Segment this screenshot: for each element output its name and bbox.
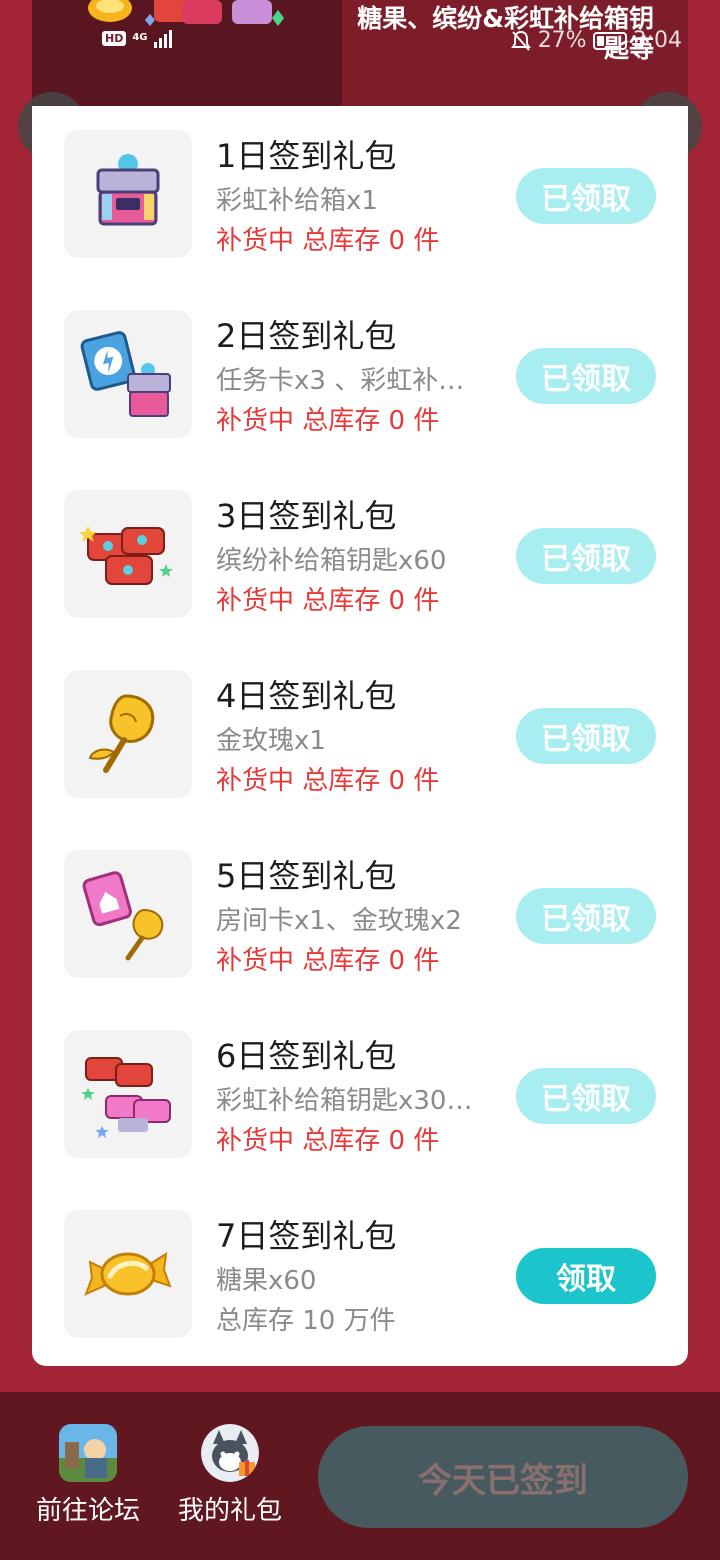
gift-title: 2日签到礼包 — [216, 317, 397, 355]
hd-badge: HD — [102, 30, 127, 46]
bottom-bar: 前往论坛 我的礼包 今天已签到 — [0, 1392, 720, 1560]
gift-description: 房间卡x1、金玫瑰x2 — [216, 906, 462, 936]
gift-stock: 补货中 总库存 0 件 — [216, 946, 440, 976]
gift-description: 彩虹补给箱钥匙x30… — [216, 1086, 473, 1116]
gift-title: 1日签到礼包 — [216, 137, 397, 175]
gold-rose-icon — [64, 670, 192, 798]
gift-title: 6日签到礼包 — [216, 1037, 397, 1075]
header-banner: 糖果、缤纷&彩虹补给箱钥匙等 — [32, 0, 688, 110]
claimed-button[interactable]: 已领取 — [516, 168, 656, 224]
claimed-button[interactable]: 已领取 — [516, 528, 656, 584]
gift-item-day-6: 6日签到礼包 彩虹补给箱钥匙x30… 补货中 总库存 0 件 已领取 — [32, 1006, 688, 1186]
gift-stock: 补货中 总库存 0 件 — [216, 586, 440, 616]
my-gifts-label: 我的礼包 — [177, 1496, 282, 1526]
gift-title: 7日签到礼包 — [216, 1217, 397, 1255]
forum-label: 前往论坛 — [35, 1496, 140, 1526]
claimed-button[interactable]: 已领取 — [516, 348, 656, 404]
gift-description: 金玫瑰x1 — [216, 726, 326, 756]
forum-game-icon — [59, 1424, 117, 1482]
signal-icon — [153, 28, 172, 48]
task-card-and-box-icon — [64, 310, 192, 438]
battery-percent: 27% — [537, 28, 587, 53]
gift-item-day-3: 3日签到礼包 缤纷补给箱钥匙x60 补货中 总库存 0 件 已领取 — [32, 466, 688, 646]
my-gifts-nav-item[interactable]: 我的礼包 — [170, 1424, 290, 1527]
gift-item-day-2: 2日签到礼包 任务卡x3 、彩虹补… 补货中 总库存 0 件 已领取 — [32, 286, 688, 466]
gift-description: 糖果x60 — [216, 1266, 317, 1296]
gift-description: 彩虹补给箱x1 — [216, 186, 378, 216]
rainbow-supply-box-icon — [64, 130, 192, 258]
claimed-button[interactable]: 已领取 — [516, 708, 656, 764]
gift-title: 3日签到礼包 — [216, 497, 397, 535]
room-card-and-rose-icon — [64, 850, 192, 978]
gift-stock: 补货中 总库存 0 件 — [216, 406, 440, 436]
colorful-box-keys-icon — [64, 490, 192, 618]
clock: 3:04 — [632, 28, 682, 53]
checked-in-today-button[interactable]: 今天已签到 — [318, 1426, 688, 1528]
network-type: 4G — [132, 32, 148, 43]
gift-item-day-5: 5日签到礼包 房间卡x1、金玫瑰x2 补货中 总库存 0 件 已领取 — [32, 826, 688, 1006]
forum-nav-item[interactable]: 前往论坛 — [28, 1424, 148, 1527]
candy-icon — [64, 1210, 192, 1338]
gift-item-day-4: 4日签到礼包 金玫瑰x1 补货中 总库存 0 件 已领取 — [32, 646, 688, 826]
husky-avatar-icon — [201, 1424, 259, 1482]
gift-list-card: 1日签到礼包 彩虹补给箱x1 补货中 总库存 0 件 已领取 2日签到礼包 任务… — [32, 106, 688, 1366]
gift-item-day-1: 1日签到礼包 彩虹补给箱x1 补货中 总库存 0 件 已领取 — [32, 106, 688, 286]
gift-description: 任务卡x3 、彩虹补… — [216, 366, 465, 396]
status-bar-right: 27% 3:04 — [510, 28, 682, 53]
claimed-button[interactable]: 已领取 — [516, 1068, 656, 1124]
rainbow-keys-icon — [64, 1030, 192, 1158]
claimed-button[interactable]: 已领取 — [516, 888, 656, 944]
gift-item-day-7: 7日签到礼包 糖果x60 总库存 10 万件 领取 — [32, 1186, 688, 1366]
claim-button[interactable]: 领取 — [516, 1248, 656, 1304]
mute-bell-icon — [510, 30, 531, 51]
gift-stock: 补货中 总库存 0 件 — [216, 226, 440, 256]
gift-stock: 补货中 总库存 0 件 — [216, 1126, 440, 1156]
gift-stock: 总库存 10 万件 — [216, 1306, 396, 1336]
gift-description: 缤纷补给箱钥匙x60 — [216, 546, 447, 576]
gift-title: 4日签到礼包 — [216, 677, 397, 715]
gift-stock: 补货中 总库存 0 件 — [216, 766, 440, 796]
gift-title: 5日签到礼包 — [216, 857, 397, 895]
battery-icon — [592, 31, 627, 50]
status-bar-left: HD 4G — [102, 28, 172, 48]
